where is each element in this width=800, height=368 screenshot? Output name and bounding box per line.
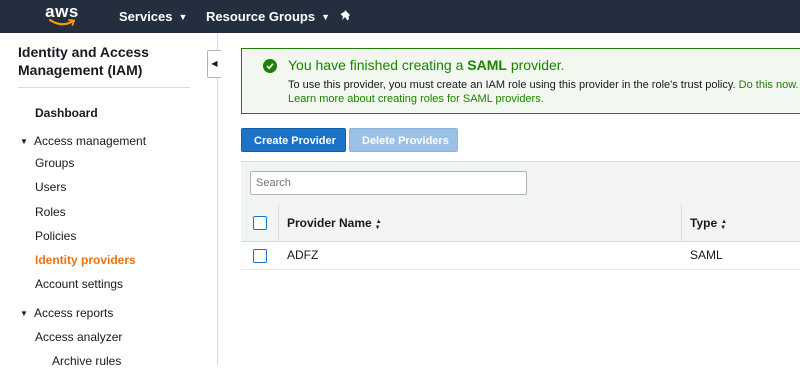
column-divider	[278, 205, 279, 241]
success-flash-message: You have finished creating a SAML provid…	[241, 48, 800, 114]
sidebar-title: Identity and Access Management (IAM)	[18, 44, 149, 78]
aws-logo[interactable]: aws	[44, 3, 80, 31]
column-header-type[interactable]: Type ▲▼	[690, 205, 733, 241]
sidebar-item-identity-providers[interactable]: Identity providers	[35, 253, 136, 267]
caret-down-icon: ▼	[20, 137, 28, 146]
check-circle-icon	[263, 59, 277, 73]
select-all-checkbox[interactable]	[253, 216, 267, 230]
services-menu-label: Services	[119, 9, 173, 24]
delete-providers-button[interactable]: Delete Providers	[349, 128, 458, 152]
top-navigation-bar: aws Services ▼ Resource Groups ▼	[0, 0, 800, 33]
pin-icon[interactable]	[340, 9, 354, 23]
sidebar-section-label: Access reports	[34, 306, 114, 320]
sidebar-section-access-management[interactable]: ▼ Access management	[20, 134, 146, 148]
column-divider	[681, 205, 682, 241]
sidebar-item-policies[interactable]: Policies	[35, 229, 76, 243]
search-input[interactable]	[250, 171, 527, 195]
row-checkbox[interactable]	[253, 249, 267, 263]
services-menu[interactable]: Services ▼	[119, 0, 187, 33]
providers-table: Provider Name▲▼ Type▲▼ ADFZ SAML	[241, 161, 800, 270]
sidebar-divider	[18, 87, 190, 88]
flash-title-suffix: provider.	[510, 57, 565, 73]
sidebar-section-access-reports[interactable]: ▼ Access reports	[20, 306, 113, 320]
collapse-sidebar-button[interactable]: ◀	[207, 50, 221, 78]
table-row[interactable]: ADFZ SAML	[241, 242, 800, 270]
sidebar: Identity and Access Management (IAM) Das…	[0, 33, 218, 368]
sidebar-section-label: Access management	[34, 134, 147, 148]
sort-icon: ▲▼	[720, 219, 728, 231]
sidebar-item-account-settings[interactable]: Account settings	[35, 277, 123, 291]
column-header-label: Provider Name	[287, 216, 372, 230]
provider-name-cell: ADFZ	[287, 248, 319, 262]
sidebar-item-dashboard[interactable]: Dashboard	[35, 106, 98, 120]
filter-bar	[241, 162, 800, 206]
aws-smile-icon	[48, 18, 76, 26]
provider-type-cell: SAML	[690, 248, 723, 262]
caret-left-icon: ◀	[211, 59, 218, 68]
column-header-label: Type	[690, 216, 718, 230]
chevron-down-icon: ▼	[178, 12, 188, 22]
flash-title-prefix: You have finished creating a	[288, 57, 464, 73]
table-header: Provider Name ▲▼ Type ▲▼	[241, 205, 800, 242]
chevron-down-icon: ▼	[321, 12, 331, 22]
flash-title-bold: SAML	[467, 57, 507, 73]
sidebar-item-archive-rules[interactable]: Archive rules	[52, 354, 121, 368]
create-provider-button[interactable]: Create Provider	[241, 128, 346, 152]
do-this-now-link[interactable]: Do this now.	[739, 79, 799, 91]
sidebar-item-roles[interactable]: Roles	[35, 205, 66, 219]
flash-description: To use this provider, you must create an…	[288, 79, 799, 91]
sidebar-item-access-analyzer[interactable]: Access analyzer	[35, 330, 122, 344]
learn-more-link[interactable]: Learn more about creating roles for SAML…	[288, 93, 544, 105]
flash-description-text: To use this provider, you must create an…	[288, 79, 736, 91]
flash-title: You have finished creating a SAML provid…	[288, 57, 565, 73]
resource-groups-menu[interactable]: Resource Groups ▼	[206, 0, 330, 33]
sidebar-item-groups[interactable]: Groups	[35, 156, 74, 170]
resource-groups-menu-label: Resource Groups	[206, 9, 316, 24]
sidebar-item-users[interactable]: Users	[35, 180, 66, 194]
caret-down-icon: ▼	[20, 309, 28, 318]
column-header-provider-name[interactable]: Provider Name ▲▼	[287, 205, 388, 241]
sort-icon: ▲▼	[374, 219, 382, 231]
